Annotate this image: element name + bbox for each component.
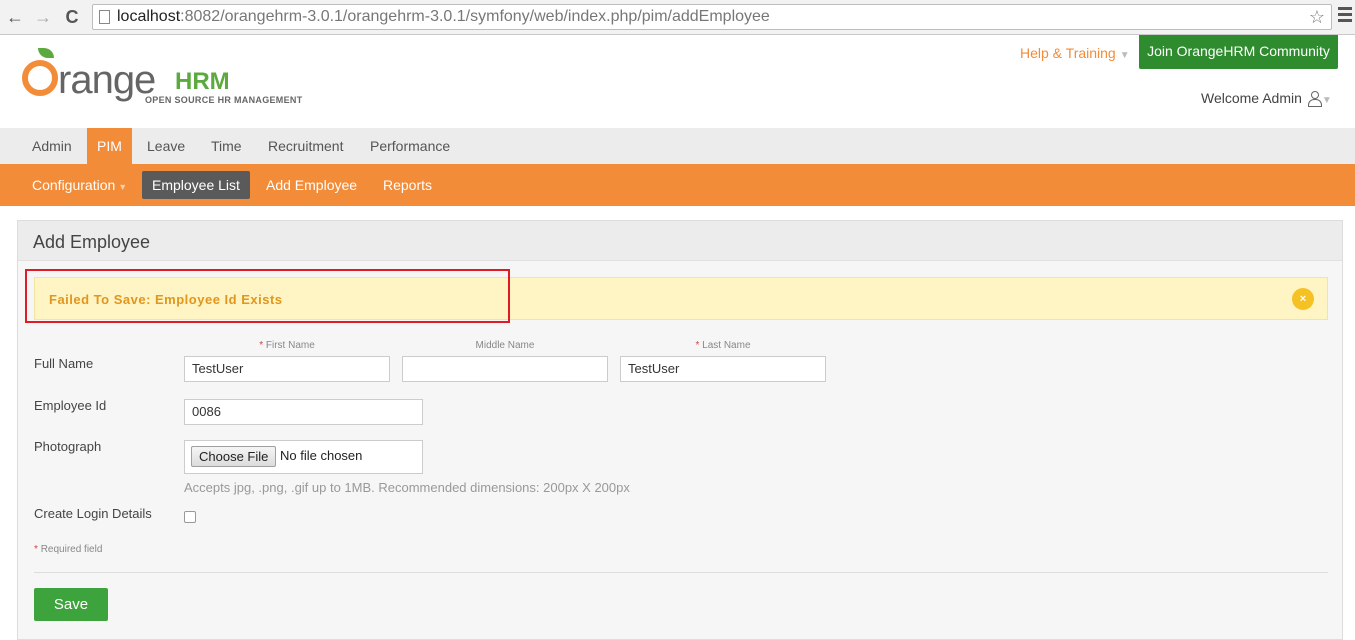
required-field-note: * Required field bbox=[34, 544, 102, 555]
required-star: * bbox=[695, 340, 700, 351]
page-icon bbox=[99, 10, 110, 24]
logo-text: range bbox=[58, 58, 156, 102]
help-training-label: Help & Training bbox=[1020, 45, 1116, 61]
required-star: * bbox=[259, 340, 264, 351]
welcome-label: Welcome Admin bbox=[1201, 90, 1302, 106]
save-button[interactable]: Save bbox=[34, 588, 108, 621]
middle-name-label: Middle Name bbox=[475, 340, 535, 351]
menu-item-pim[interactable]: PIM bbox=[87, 128, 132, 164]
photograph-hint: Accepts jpg, .png, .gif up to 1MB. Recom… bbox=[184, 480, 630, 495]
chevron-down-icon: ▼ bbox=[1321, 95, 1332, 106]
chevron-down-icon: ▼ bbox=[1119, 50, 1130, 61]
no-file-text: No file chosen bbox=[280, 448, 363, 463]
employee-id-input[interactable]: 0086 bbox=[184, 399, 423, 425]
full-name-label: Full Name bbox=[34, 356, 94, 371]
middle-name-input[interactable] bbox=[402, 356, 608, 382]
required-star: * bbox=[34, 544, 38, 555]
page-title: Add Employee bbox=[33, 232, 151, 252]
help-training-link[interactable]: Help & Training ▼ bbox=[1020, 45, 1130, 61]
submenu-employee-list[interactable]: Employee List bbox=[142, 171, 250, 199]
first-name-label: * First Name bbox=[184, 340, 390, 351]
back-arrow-icon[interactable]: ← bbox=[4, 6, 26, 28]
submenu-configuration[interactable]: Configuration ▼ bbox=[22, 171, 137, 199]
menu-item-recruitment[interactable]: Recruitment bbox=[258, 128, 353, 164]
orangehrm-logo[interactable]: range HRM OPEN SOURCE HR MANAGEMENT bbox=[20, 46, 320, 106]
menu-item-leave[interactable]: Leave bbox=[137, 128, 195, 164]
browser-menu-icon[interactable] bbox=[1338, 7, 1352, 27]
photograph-file-input: Choose File No file chosen bbox=[184, 440, 423, 474]
url-path: :8082/orangehrm-3.0.1/orangehrm-3.0.1/sy… bbox=[180, 8, 770, 25]
divider bbox=[34, 572, 1328, 573]
first-name-input[interactable]: TestUser bbox=[184, 356, 390, 382]
url-host: localhost bbox=[117, 8, 181, 25]
welcome-menu[interactable]: Welcome Admin ▼ bbox=[1201, 90, 1332, 107]
menu-item-time[interactable]: Time bbox=[201, 128, 252, 164]
logo-leaf-icon bbox=[38, 48, 54, 58]
panel-header: Add Employee bbox=[18, 221, 1342, 261]
first-name-text: First Name bbox=[265, 340, 315, 351]
menu-item-performance[interactable]: Performance bbox=[360, 128, 460, 164]
create-login-label: Create Login Details bbox=[34, 506, 152, 521]
error-highlight-box bbox=[25, 269, 510, 323]
bookmark-star-icon[interactable]: ☆ bbox=[1309, 5, 1325, 29]
forward-arrow-icon[interactable]: → bbox=[32, 6, 54, 28]
join-community-button[interactable]: Join OrangeHRM Community bbox=[1139, 35, 1338, 69]
submenu-add-employee[interactable]: Add Employee bbox=[256, 171, 367, 199]
last-name-text: Last Name bbox=[702, 340, 751, 351]
create-login-checkbox[interactable] bbox=[184, 511, 196, 523]
close-icon[interactable]: × bbox=[1292, 288, 1314, 310]
required-note-text: Required field bbox=[40, 544, 103, 555]
main-menu: Admin PIM Leave Time Recruitment Perform… bbox=[0, 128, 1355, 164]
pim-submenu: Configuration ▼ Employee List Add Employe… bbox=[0, 164, 1355, 206]
submenu-configuration-label: Configuration bbox=[32, 177, 116, 193]
submenu-reports[interactable]: Reports bbox=[373, 171, 442, 199]
choose-file-button[interactable]: Choose File bbox=[191, 446, 277, 467]
menu-item-admin[interactable]: Admin bbox=[22, 128, 82, 164]
logo-subtitle: OPEN SOURCE HR MANAGEMENT bbox=[145, 95, 303, 105]
browser-toolbar: ← → C localhost:8082/orangehrm-3.0.1/ora… bbox=[0, 0, 1355, 35]
chevron-down-icon: ▼ bbox=[118, 182, 128, 192]
reload-icon[interactable]: C bbox=[61, 6, 83, 28]
logo-orange-icon bbox=[22, 60, 58, 96]
last-name-input[interactable]: TestUser bbox=[620, 356, 826, 382]
employee-id-label: Employee Id bbox=[34, 398, 107, 413]
user-icon bbox=[1307, 91, 1322, 107]
last-name-label: * Last Name bbox=[620, 340, 826, 351]
address-bar[interactable]: localhost:8082/orangehrm-3.0.1/orangehrm… bbox=[92, 4, 1332, 30]
logo-hrm: HRM bbox=[175, 68, 230, 95]
photograph-label: Photograph bbox=[34, 439, 102, 454]
